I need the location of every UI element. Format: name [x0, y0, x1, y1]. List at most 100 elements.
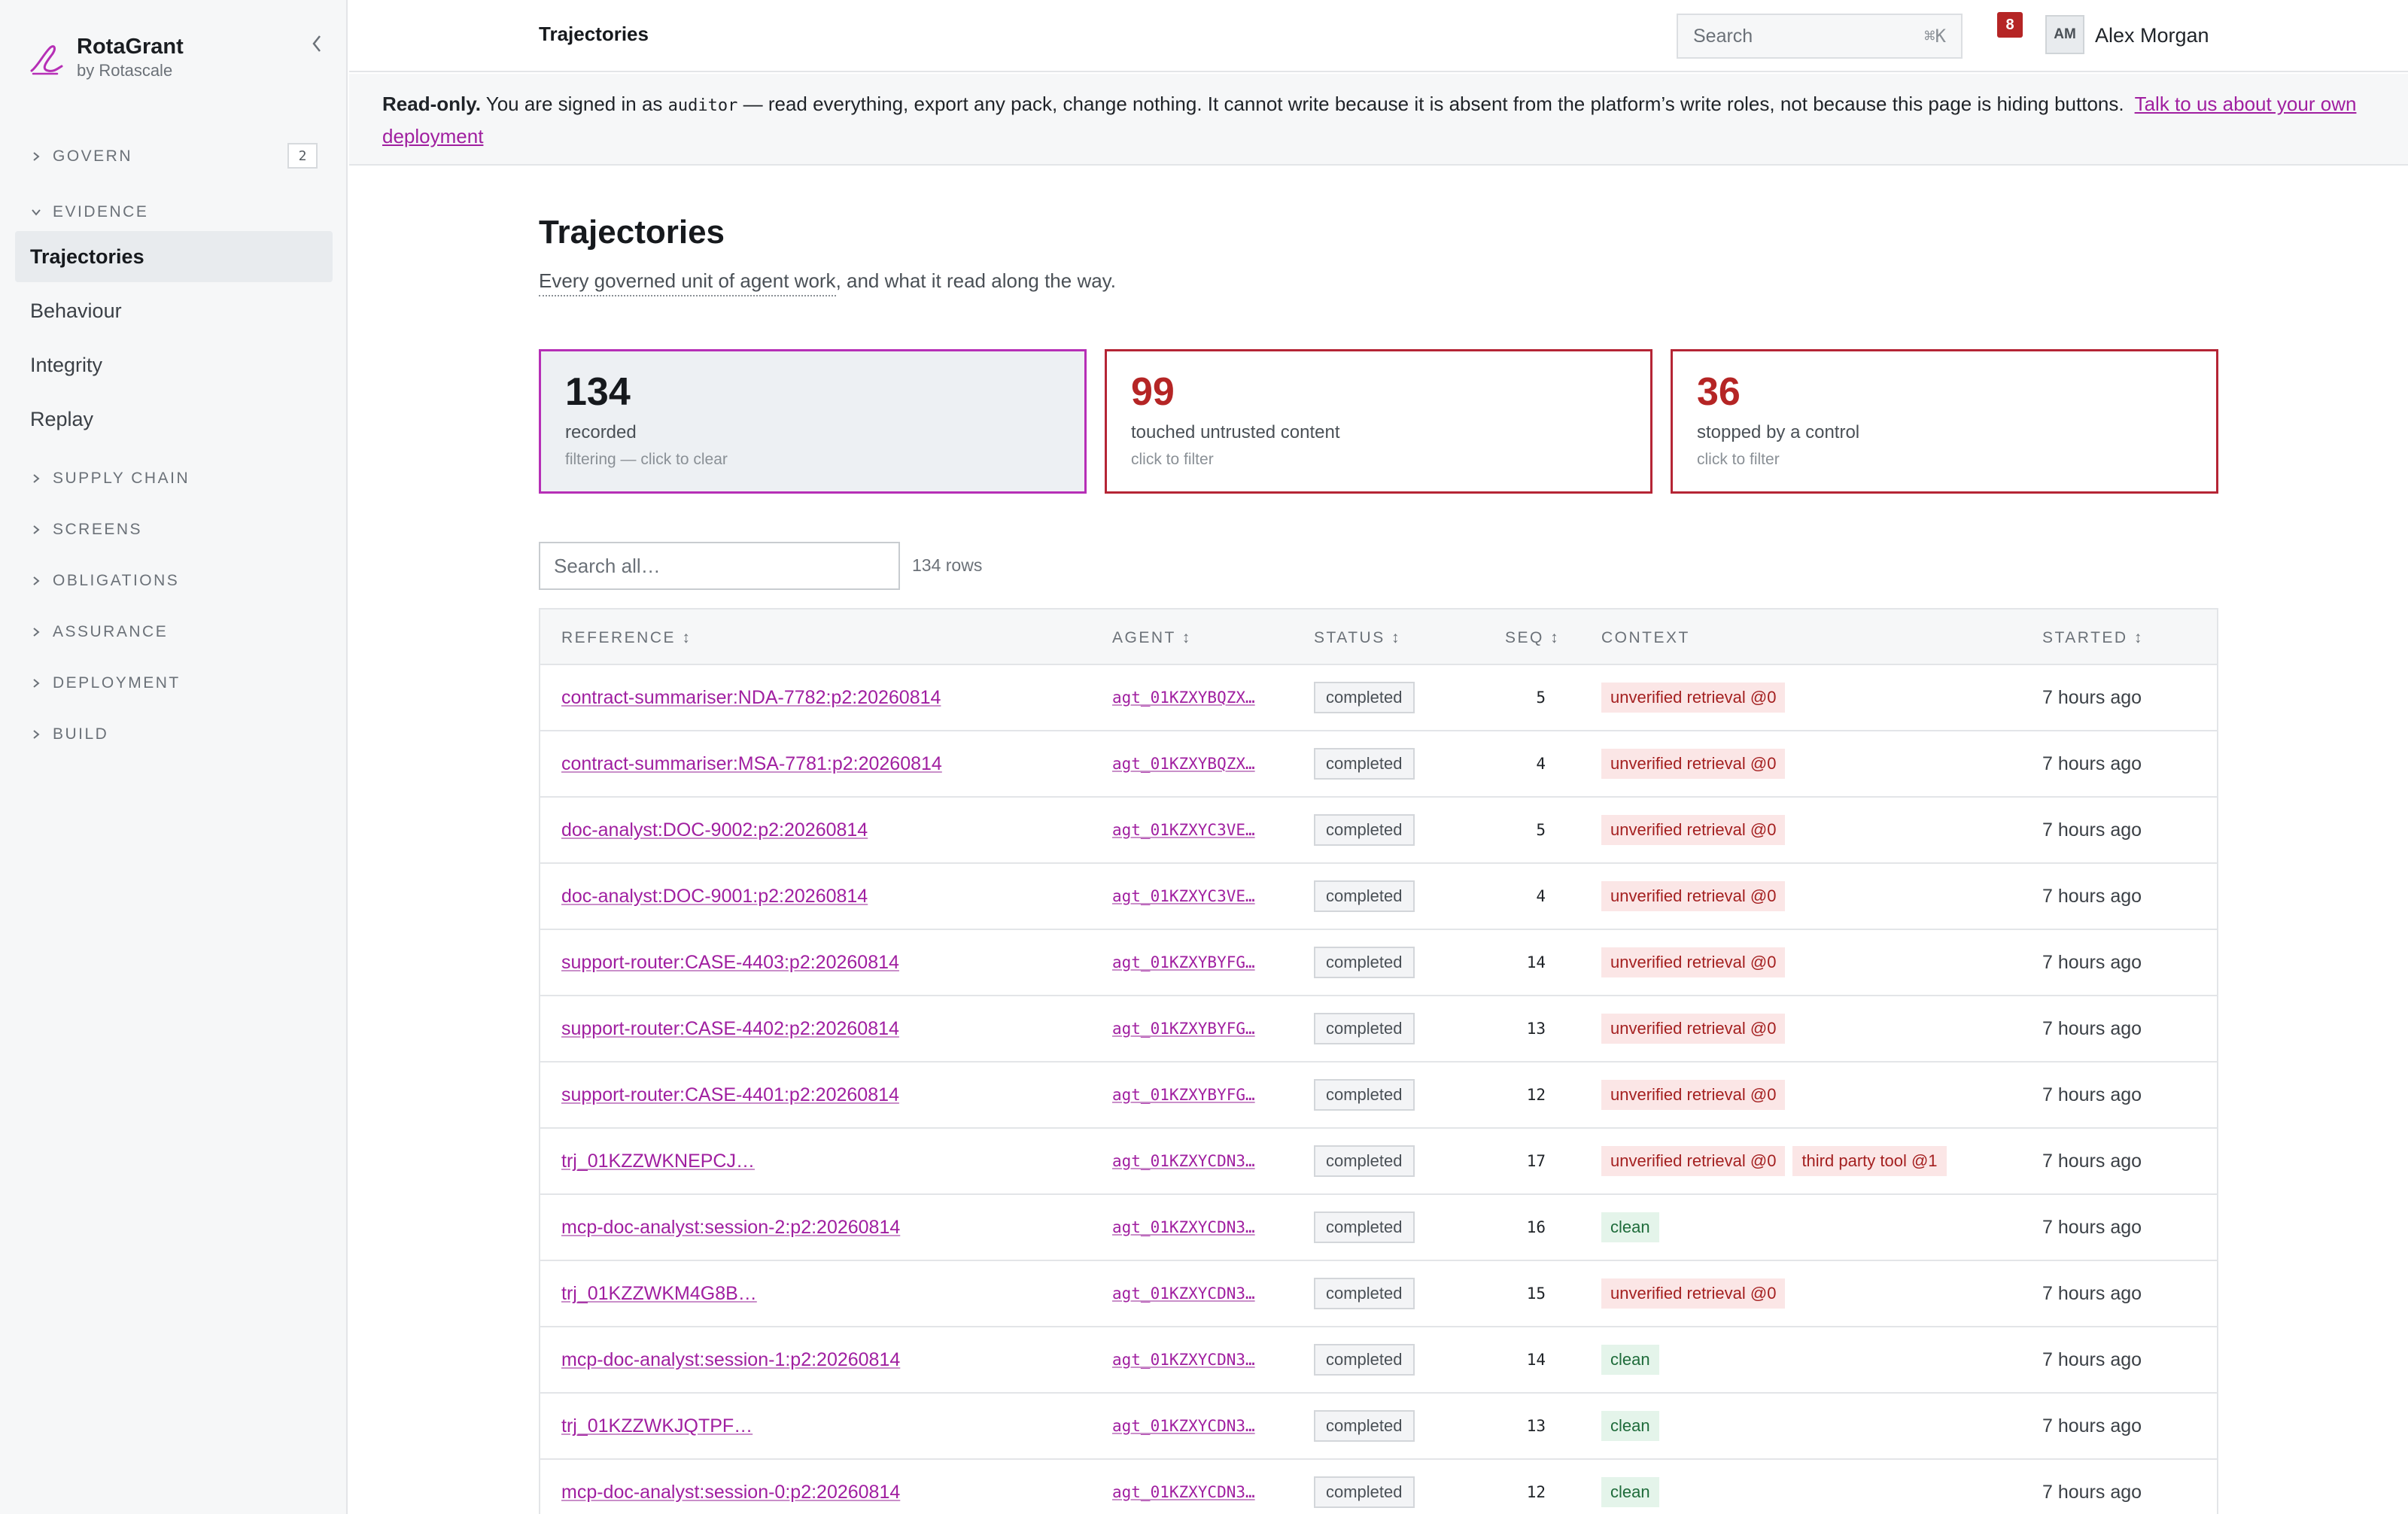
agent-link-cell: agt_01KZXYBQZX…	[1112, 731, 1293, 796]
context-cell: unverified retrieval @0 third party tool …	[1601, 1129, 2023, 1193]
column-header-seq[interactable]: SEQ ↕	[1505, 629, 1560, 647]
column-header-started[interactable]: STARTED ↕	[2042, 629, 2144, 647]
reference-link[interactable]: mcp-doc-analyst:session-1:p2:20260814	[561, 1349, 900, 1371]
started-time: 7 hours ago	[2042, 819, 2142, 841]
table-row[interactable]: mcp-doc-analyst:session-1:p2:20260814 agt…	[540, 1327, 2217, 1394]
agent-link[interactable]: agt_01KZXYBYFG…	[1112, 1020, 1255, 1038]
column-header-agent[interactable]: AGENT ↕	[1112, 629, 1192, 647]
reference-link[interactable]: trj_01KZZWKNEPCJ…	[561, 1151, 755, 1172]
nav-section-deployment[interactable]: DEPLOYMENT	[30, 668, 181, 698]
seq-value: 13	[1526, 1417, 1546, 1435]
nav-section-evidence[interactable]: EVIDENCE	[30, 197, 148, 227]
agent-link[interactable]: agt_01KZXYCDN3…	[1112, 1351, 1255, 1369]
table-row[interactable]: support-router:CASE-4401:p2:20260814 agt_…	[540, 1063, 2217, 1129]
page-title: Trajectories	[539, 214, 725, 251]
agent-link[interactable]: agt_01KZXYBYFG…	[1112, 1086, 1255, 1104]
avatar[interactable]: AM	[2045, 15, 2084, 54]
agent-link[interactable]: agt_01KZXYCDN3…	[1112, 1483, 1255, 1501]
keyboard-shortcut-hint: ⌘K	[1924, 26, 1946, 47]
reference-link[interactable]: contract-summariser:NDA-7782:p2:20260814	[561, 687, 941, 709]
seq-value: 14	[1526, 1351, 1546, 1369]
table-row[interactable]: support-router:CASE-4403:p2:20260814 agt_…	[540, 930, 2217, 996]
context-cell: clean	[1601, 1460, 2023, 1514]
stat-card-stopped[interactable]: 36 stopped by a control click to filter	[1671, 349, 2218, 494]
context-cell: clean	[1601, 1195, 2023, 1260]
clean-tag: clean	[1601, 1411, 1659, 1441]
read-only-banner: Read-only. You are signed in as auditor …	[349, 74, 2408, 166]
column-header-reference[interactable]: REFERENCE ↕	[561, 629, 692, 647]
sidebar-item-integrity[interactable]: Integrity	[15, 339, 333, 391]
stat-label: stopped by a control	[1697, 422, 1860, 442]
seq-value: 5	[1536, 689, 1546, 707]
table-row[interactable]: trj_01KZZWKNEPCJ… agt_01KZXYCDN3… complete…	[540, 1129, 2217, 1195]
brand[interactable]: RotaGrant by Rotascale	[27, 33, 184, 81]
agent-link[interactable]: agt_01KZXYCDN3…	[1112, 1218, 1255, 1236]
seq-value: 4	[1536, 755, 1546, 773]
nav-section-obligations[interactable]: OBLIGATIONS	[30, 566, 179, 596]
reference-link[interactable]: support-router:CASE-4401:p2:20260814	[561, 1084, 899, 1106]
global-search-input[interactable]: Search ⌘K	[1677, 14, 1963, 59]
nav-section-assurance[interactable]: ASSURANCE	[30, 617, 168, 647]
stat-card-recorded[interactable]: 134 recorded filtering — click to clear	[539, 349, 1087, 494]
sidebar-item-behaviour[interactable]: Behaviour	[15, 285, 333, 336]
reference-link[interactable]: doc-analyst:DOC-9002:p2:20260814	[561, 819, 868, 841]
seq-value: 5	[1536, 821, 1546, 839]
table-row[interactable]: mcp-doc-analyst:session-2:p2:20260814 agt…	[540, 1195, 2217, 1261]
status-badge-cell: completed	[1314, 1394, 1479, 1458]
chevron-down-icon	[30, 206, 42, 218]
stat-card-untrusted[interactable]: 99 touched untrusted content click to fi…	[1105, 349, 1652, 494]
column-header-status[interactable]: STATUS ↕	[1314, 629, 1401, 647]
table-search-input[interactable]	[539, 542, 900, 590]
agent-link-cell: agt_01KZXYCDN3…	[1112, 1460, 1293, 1514]
started-time: 7 hours ago	[2042, 1150, 2142, 1172]
risk-tag: third party tool @1	[1792, 1146, 1947, 1176]
reference-link[interactable]: contract-summariser:MSA-7781:p2:20260814	[561, 753, 942, 775]
subtitle-term[interactable]: Every governed unit of agent work	[539, 269, 836, 296]
agent-link[interactable]: agt_01KZXYC3VE…	[1112, 887, 1255, 905]
agent-link[interactable]: agt_01KZXYBQZX…	[1112, 755, 1255, 773]
collapse-sidebar-button[interactable]	[306, 30, 328, 57]
sidebar: RotaGrant by Rotascale GOVERN 2 EVIDENCE…	[0, 0, 348, 1514]
agent-link-cell: agt_01KZXYC3VE…	[1112, 798, 1293, 862]
agent-link[interactable]: agt_01KZXYBYFG…	[1112, 953, 1255, 971]
notifications-badge[interactable]: 8	[1997, 12, 2023, 38]
table-row[interactable]: contract-summariser:NDA-7782:p2:20260814…	[540, 665, 2217, 731]
table-row[interactable]: mcp-doc-analyst:session-0:p2:20260814 agt…	[540, 1460, 2217, 1514]
nav-section-screens[interactable]: SCREENS	[30, 515, 142, 545]
nav-section-label: EVIDENCE	[53, 203, 149, 220]
risk-tag: unverified retrieval @0	[1601, 947, 1786, 977]
nav-section-build[interactable]: BUILD	[30, 719, 108, 749]
sidebar-item-replay[interactable]: Replay	[15, 394, 333, 445]
nav-section-supply-chain[interactable]: SUPPLY CHAIN	[30, 464, 190, 494]
reference-link[interactable]: trj_01KZZWKJQTPF…	[561, 1415, 752, 1437]
agent-link[interactable]: agt_01KZXYCDN3…	[1112, 1152, 1255, 1170]
column-header-context: CONTEXT	[1601, 629, 1690, 646]
table-row[interactable]: trj_01KZZWKJQTPF… agt_01KZXYCDN3… complete…	[540, 1394, 2217, 1460]
reference-link[interactable]: support-router:CASE-4403:p2:20260814	[561, 952, 899, 974]
context-cell: unverified retrieval @0	[1601, 665, 2023, 730]
reference-link[interactable]: support-router:CASE-4402:p2:20260814	[561, 1018, 899, 1040]
reference-link-cell: mcp-doc-analyst:session-0:p2:20260814	[561, 1460, 1088, 1514]
agent-link-cell: agt_01KZXYCDN3…	[1112, 1261, 1293, 1326]
reference-link[interactable]: doc-analyst:DOC-9001:p2:20260814	[561, 886, 868, 907]
reference-link[interactable]: trj_01KZZWKM4G8B…	[561, 1283, 757, 1305]
seq-value: 14	[1526, 953, 1546, 971]
table-row[interactable]: support-router:CASE-4402:p2:20260814 agt_…	[540, 996, 2217, 1063]
table-row[interactable]: doc-analyst:DOC-9002:p2:20260814 agt_01KZ…	[540, 798, 2217, 864]
user-name[interactable]: Alex Morgan	[2095, 24, 2209, 47]
reference-link[interactable]: mcp-doc-analyst:session-2:p2:20260814	[561, 1217, 900, 1239]
status-badge-cell: completed	[1314, 1261, 1479, 1326]
agent-link[interactable]: agt_01KZXYBQZX…	[1112, 689, 1255, 707]
table-row[interactable]: trj_01KZZWKM4G8B… agt_01KZXYCDN3… complete…	[540, 1261, 2217, 1327]
reference-link[interactable]: mcp-doc-analyst:session-0:p2:20260814	[561, 1482, 900, 1503]
agent-link-cell: agt_01KZXYBYFG…	[1112, 996, 1293, 1061]
table-row[interactable]: contract-summariser:MSA-7781:p2:20260814…	[540, 731, 2217, 798]
sidebar-item-trajectories[interactable]: Trajectories	[15, 231, 333, 282]
status-badge-cell: completed	[1314, 1327, 1479, 1392]
table-row[interactable]: doc-analyst:DOC-9001:p2:20260814 agt_01KZ…	[540, 864, 2217, 930]
agent-link[interactable]: agt_01KZXYCDN3…	[1112, 1417, 1255, 1435]
seq-value: 17	[1526, 1152, 1546, 1170]
agent-link[interactable]: agt_01KZXYCDN3…	[1112, 1284, 1255, 1303]
agent-link[interactable]: agt_01KZXYC3VE…	[1112, 821, 1255, 839]
nav-section-govern[interactable]: GOVERN	[30, 141, 132, 172]
